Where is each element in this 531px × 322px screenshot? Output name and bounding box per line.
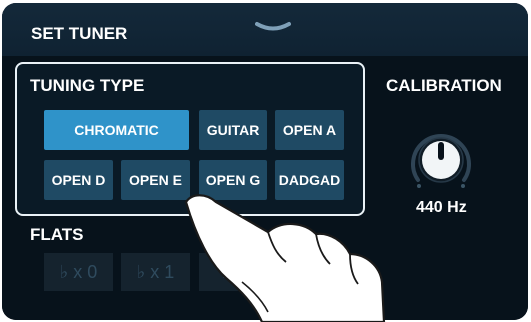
header-bar: SET TUNER — [2, 3, 528, 56]
calibration-title: CALIBRATION — [386, 76, 502, 95]
knob-icon[interactable] — [406, 128, 476, 190]
tuning-type-title: TUNING TYPE — [30, 76, 145, 95]
calibration-value: 440 Hz — [416, 199, 467, 216]
page-title: SET TUNER — [31, 24, 128, 43]
tuning-button-open-g[interactable]: OPEN G — [199, 160, 267, 200]
flats-button-0[interactable]: ♭ x 0 — [44, 253, 113, 291]
tuning-button-open-e[interactable]: OPEN E — [121, 160, 190, 200]
tuning-button-dadgad[interactable]: DADGAD — [275, 160, 344, 200]
flats-title: FLATS — [30, 225, 84, 244]
flats-button-2[interactable]: ♭ x — [199, 253, 267, 291]
tuning-button-open-a[interactable]: OPEN A — [275, 110, 344, 150]
chevron-down-icon[interactable] — [255, 21, 291, 35]
tuning-button-chromatic[interactable]: CHROMATIC — [44, 110, 189, 150]
tuning-button-open-d[interactable]: OPEN D — [44, 160, 113, 200]
flats-button-1[interactable]: ♭ x 1 — [121, 253, 190, 291]
tuning-button-guitar[interactable]: GUITAR — [199, 110, 267, 150]
